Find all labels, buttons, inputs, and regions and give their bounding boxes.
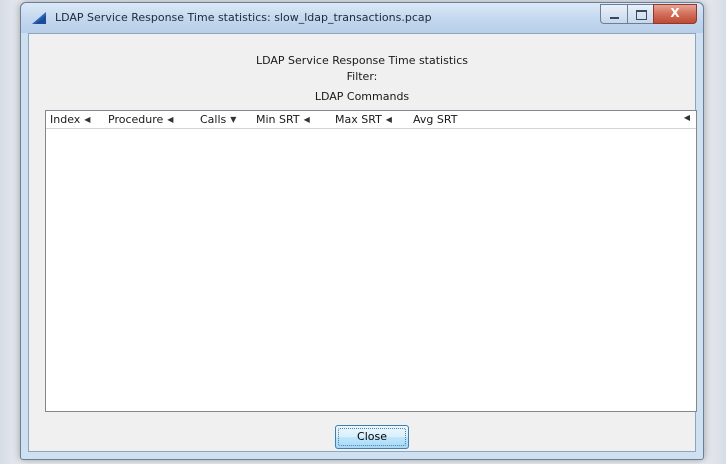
minimize-icon (610, 17, 619, 19)
maximize-icon (636, 10, 647, 20)
column-header-max-srt[interactable]: Max SRT ◀ (335, 113, 392, 127)
close-button[interactable]: Close (335, 425, 409, 449)
triangle-left-icon: ◀ (303, 115, 310, 124)
srt-statistics-window: LDAP Service Response Time statistics: s… (20, 2, 704, 460)
triangle-left-icon: ◀ (385, 115, 392, 124)
triangle-down-icon: ▼ (230, 115, 237, 124)
dialog-client-area: LDAP Service Response Time statistics Fi… (28, 33, 697, 452)
wireshark-fin-icon (32, 12, 46, 24)
statistics-heading: LDAP Service Response Time statistics (256, 54, 468, 67)
table-header: Index ◀ Procedure ◀ Calls ▼ Min SRT ◀ Max SR… (46, 111, 696, 129)
window-close-button[interactable]: X (653, 4, 697, 24)
column-header-min-srt[interactable]: Min SRT ◀ (256, 113, 310, 127)
minimize-button[interactable] (600, 4, 627, 24)
column-header-procedure[interactable]: Procedure ◀ (108, 113, 173, 127)
triangle-left-icon: ◀ (84, 115, 91, 124)
desktop-background-left (0, 0, 20, 464)
srt-table[interactable]: Index ◀ Procedure ◀ Calls ▼ Min SRT ◀ Max SR… (45, 110, 697, 412)
column-header-calls[interactable]: Calls ▼ (200, 113, 236, 127)
window-title: LDAP Service Response Time statistics: s… (55, 11, 432, 24)
desktop-background-right (704, 0, 726, 464)
column-header-index[interactable]: Index ◀ (50, 113, 90, 127)
column-header-avg-srt[interactable]: Avg SRT (413, 113, 457, 127)
close-button-label: Close (357, 430, 387, 443)
filter-label: Filter: (346, 70, 378, 83)
triangle-left-icon: ◀ (167, 115, 174, 124)
caption-buttons: X (600, 4, 697, 24)
close-icon: X (670, 6, 680, 20)
title-bar[interactable]: LDAP Service Response Time statistics: s… (21, 3, 703, 33)
maximize-button[interactable] (627, 4, 653, 24)
section-title: LDAP Commands (314, 90, 410, 103)
triangle-left-icon: ◀ (683, 113, 690, 122)
